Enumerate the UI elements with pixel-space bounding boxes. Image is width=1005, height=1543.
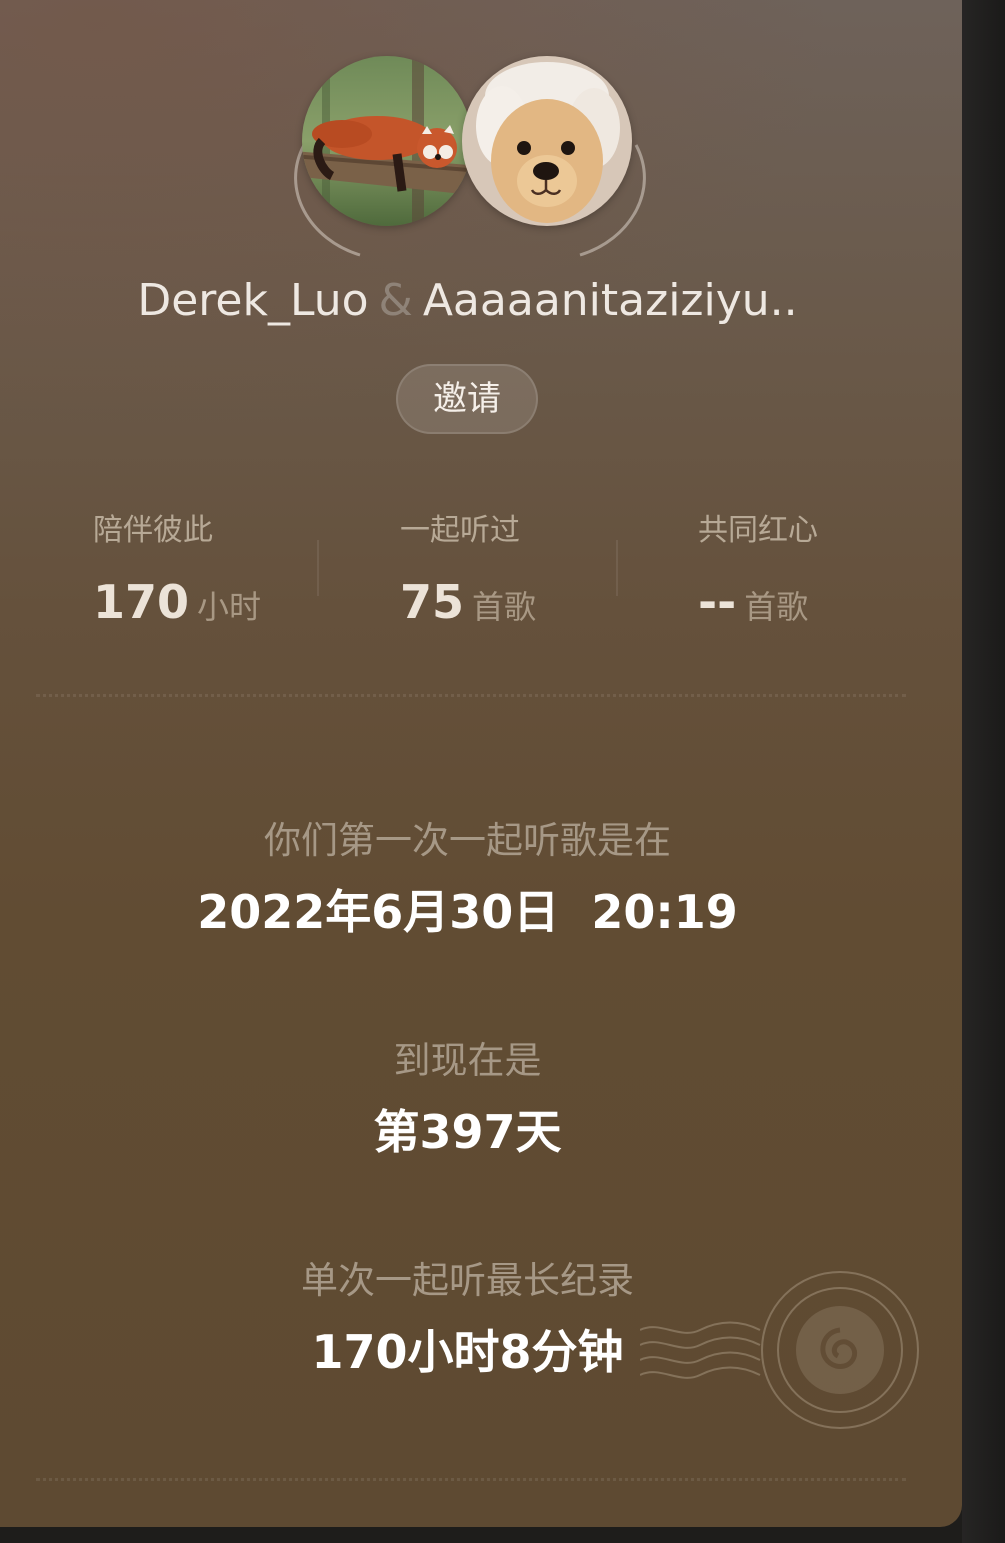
user-b-name[interactable]: Aaaaanitaziziyu.. [423, 275, 798, 326]
stat-shared-likes: 共同红心 -- 首歌 [698, 505, 818, 629]
invite-button[interactable]: 邀请 [396, 364, 538, 434]
section-divider-bottom [36, 1478, 906, 1481]
red-panda-avatar[interactable] [302, 56, 472, 226]
section-divider [36, 694, 906, 697]
first-listen-date: 2022年6月30日 20:19 [197, 885, 738, 939]
days-block: 到现在是 第397天 [0, 1030, 935, 1162]
user-a-name[interactable]: Derek_Luo [137, 275, 368, 326]
first-listen-caption: 你们第一次一起听歌是在 [264, 819, 671, 862]
stat-value: 75 [400, 575, 465, 629]
stat-value: -- [698, 575, 737, 629]
first-listen-block: 你们第一次一起听歌是在 2022年6月30日 20:19 [0, 810, 935, 942]
stat-label: 一起听过 [400, 513, 520, 548]
stat-value: 170 [93, 575, 190, 629]
netease-music-postmark-stamp-icon [640, 1271, 919, 1429]
days-value: 第397天 [373, 1105, 562, 1159]
stat-unit: 首歌 [472, 588, 537, 626]
pair-names: Derek_Luo & Aaaaanitaziziyu.. [0, 275, 935, 326]
stat-label: 陪伴彼此 [93, 513, 213, 548]
stat-divider [616, 540, 618, 596]
window-edge [962, 0, 1005, 1543]
stat-together-hours: 陪伴彼此 170 小时 [93, 505, 261, 629]
stat-unit: 首歌 [744, 588, 809, 626]
stat-unit: 小时 [197, 588, 262, 626]
stat-label: 共同红心 [698, 513, 818, 548]
listen-together-card: Derek_Luo & Aaaaanitaziziyu.. 邀请 陪伴彼此 170 小… [0, 0, 962, 1527]
stat-songs-listened: 一起听过 75 首歌 [400, 505, 536, 629]
golden-puppy-avatar[interactable] [462, 56, 632, 226]
paired-avatars [290, 50, 650, 280]
ampersand: & [378, 275, 413, 326]
days-caption: 到现在是 [393, 1039, 542, 1082]
stat-divider [317, 540, 319, 596]
